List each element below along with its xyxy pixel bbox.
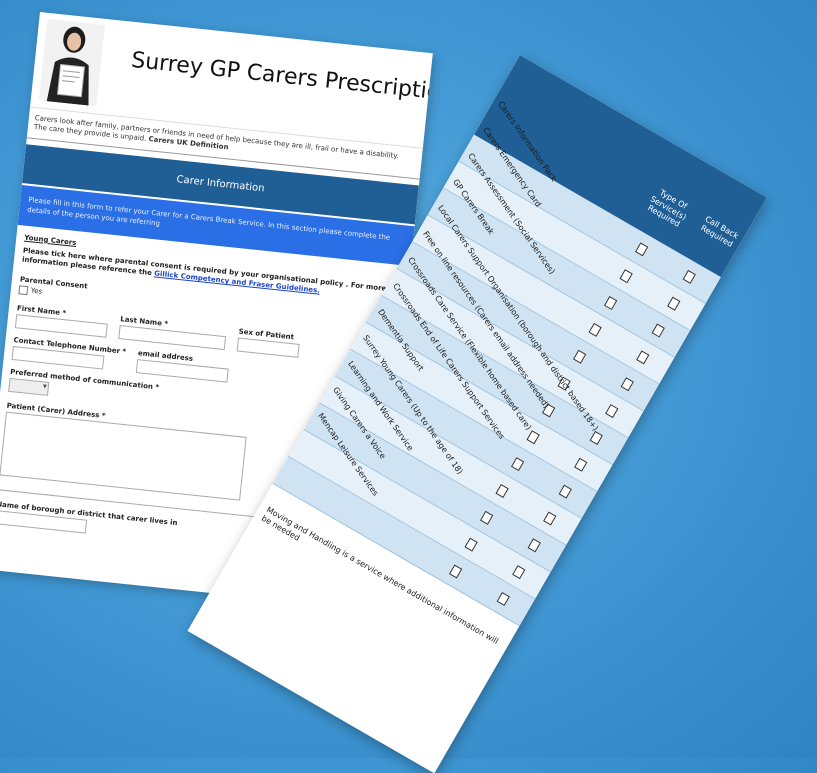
call-back-checkbox[interactable] [636,349,650,364]
contact-group: Contact Telephone Number * [11,336,126,372]
last-name-group: Last Name * [118,315,227,350]
call-back-checkbox[interactable] [605,403,619,418]
service-required-checkbox[interactable] [619,268,634,283]
preferred-method-select[interactable] [8,377,50,396]
service-required-checkbox[interactable] [573,349,587,364]
service-required-checkbox[interactable] [449,564,463,579]
service-required-checkbox[interactable] [635,241,649,256]
service-required-checkbox[interactable] [480,510,494,525]
call-back-checkbox[interactable] [512,564,526,579]
call-back-checkbox[interactable] [667,296,681,311]
sex-group: Sex of Patient [236,327,301,358]
call-back-checkbox[interactable] [574,457,588,472]
call-back-checkbox[interactable] [620,376,635,391]
first-name-group: First Name * [14,304,109,338]
service-required-checkbox[interactable] [464,537,479,552]
yes-label: Yes [30,286,43,296]
call-back-checkbox[interactable] [558,484,573,499]
page-title: Surrey GP Carers Prescription [130,47,433,107]
call-back-header: Call Back Required [699,214,741,249]
service-required-checkbox[interactable] [604,295,618,310]
parental-consent-checkbox[interactable] [18,284,29,295]
call-back-checkbox[interactable] [527,537,542,552]
type-of-service-header: Type Of Service(s) Required [646,188,689,229]
call-back-checkbox[interactable] [651,323,666,338]
carer-photo [38,18,106,107]
call-back-checkbox[interactable] [682,269,697,284]
email-group: email address [135,349,230,383]
service-required-checkbox[interactable] [588,322,603,337]
service-required-checkbox[interactable] [495,483,510,498]
service-required-checkbox[interactable] [511,456,525,471]
service-required-checkbox[interactable] [526,429,541,444]
call-back-checkbox[interactable] [496,591,511,606]
call-back-checkbox[interactable] [543,511,557,526]
